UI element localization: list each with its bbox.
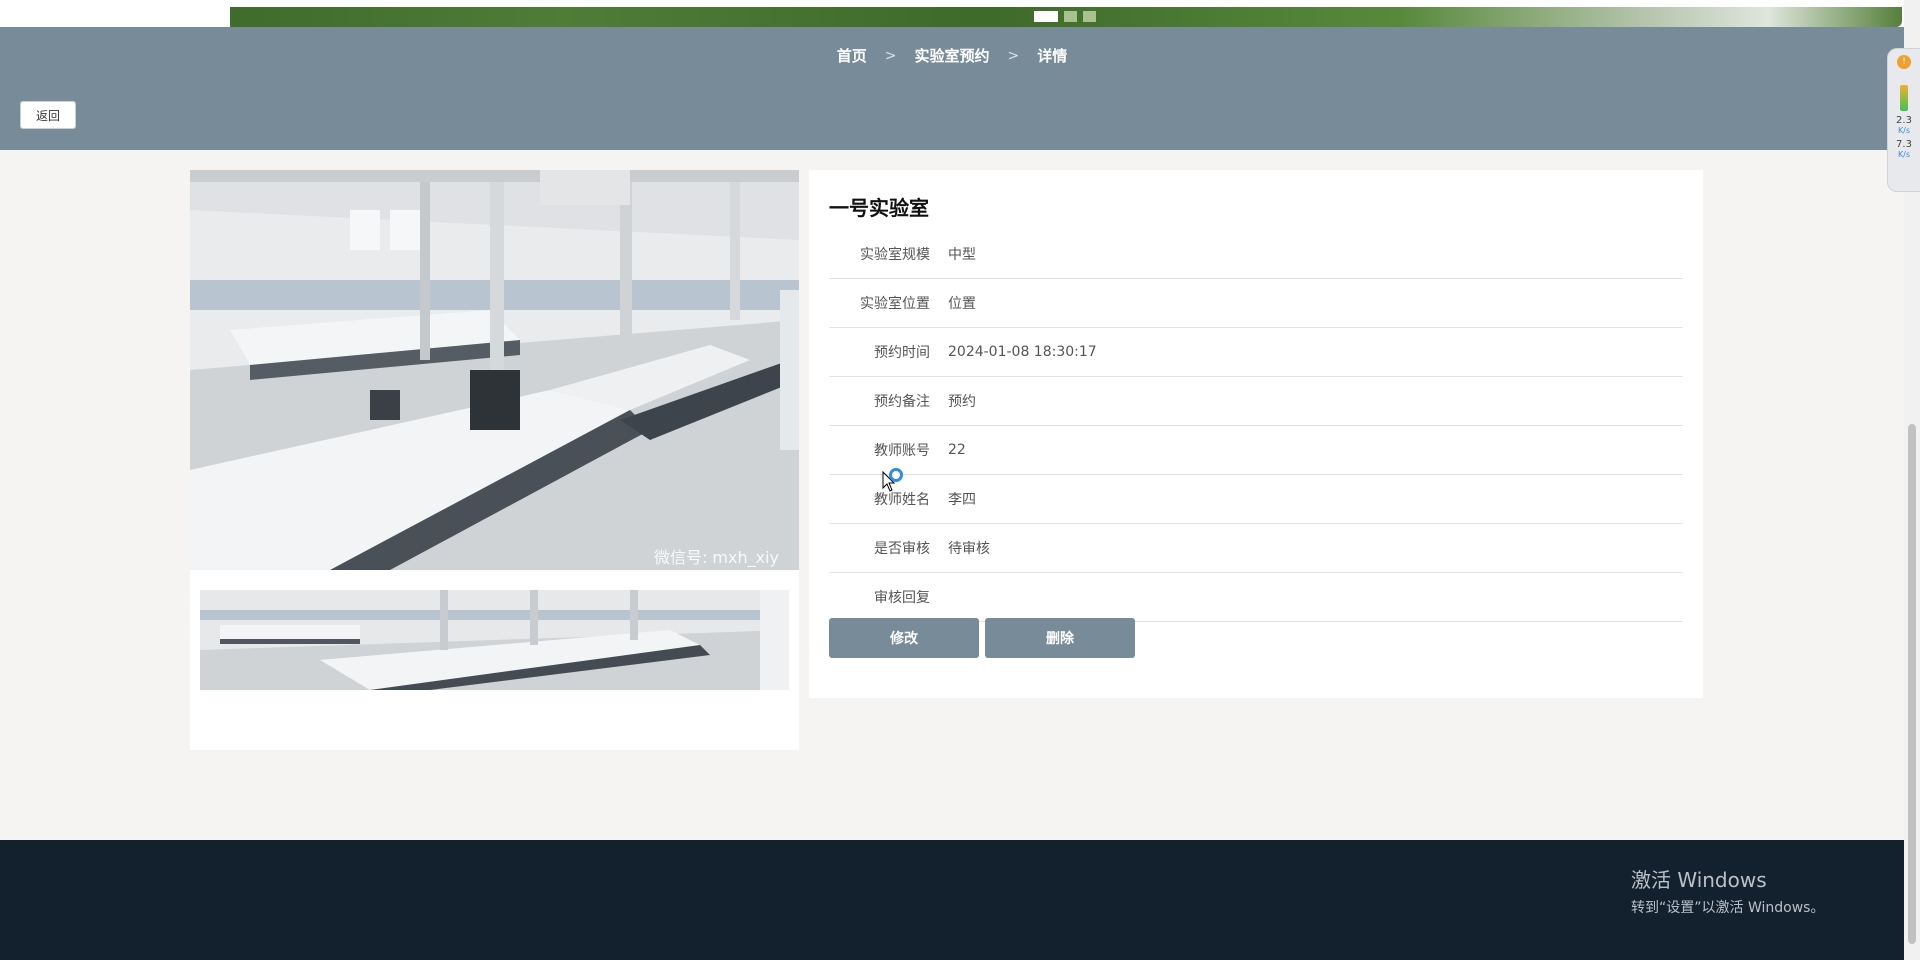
lab-photo-image (190, 170, 799, 570)
loading-spinner-icon (889, 468, 903, 482)
breadcrumb-separator: > (1007, 47, 1020, 64)
detail-row-booking-time: 预约时间 2024-01-08 18:30:17 (829, 328, 1683, 377)
lab-main-photo[interactable]: 微信号: mxh_xiy (190, 170, 799, 570)
delete-button[interactable]: 删除 (985, 618, 1135, 658)
upload-unit: K/s (1897, 126, 1911, 135)
network-speed-widget[interactable]: ! 2.3 K/s 7.3 K/s (1887, 48, 1920, 192)
activation-title: 激活 Windows (1631, 868, 1767, 892)
detail-value: 待审核 (948, 541, 990, 557)
edit-button[interactable]: 修改 (829, 618, 979, 658)
carousel-dot-1[interactable] (1034, 11, 1058, 22)
detail-label: 教师姓名 (874, 492, 930, 508)
breadcrumb-current: 详情 (1037, 47, 1068, 65)
lab-detail-card: 一号实验室 实验室规模 中型 实验室位置 位置 预约时间 2024-01-08 … (809, 170, 1703, 698)
windows-activation-watermark: 激活 Windows 转到“设置”以激活 Windows。 (1631, 864, 1824, 917)
scrollbar-thumb[interactable] (1908, 424, 1916, 944)
carousel-dots (1034, 11, 1096, 22)
download-unit: K/s (1897, 150, 1911, 159)
detail-value: 李四 (948, 492, 976, 508)
detail-row-scale: 实验室规模 中型 (829, 230, 1683, 279)
back-button[interactable]: 返回 (20, 101, 76, 129)
detail-value: 中型 (948, 247, 976, 263)
breadcrumb-separator: > (884, 47, 897, 64)
detail-row-review-status: 是否审核 待审核 (829, 524, 1683, 573)
detail-label: 预约时间 (874, 345, 930, 361)
detail-label: 实验室规模 (860, 247, 930, 263)
lab-title: 一号实验室 (829, 196, 929, 220)
breadcrumb-home[interactable]: 首页 (837, 45, 867, 66)
carousel-banner (0, 0, 1904, 27)
activation-subtitle: 转到“设置”以激活 Windows。 (1631, 900, 1825, 916)
lab-thumbnail-image (200, 590, 789, 690)
lab-gallery: 微信号: mxh_xiy (190, 170, 799, 750)
download-speed: 7.3 (1896, 139, 1912, 150)
detail-row-booking-note: 预约备注 预约 (829, 377, 1683, 426)
detail-row-teacher-name: 教师姓名 李四 (829, 475, 1683, 524)
breadcrumb-section[interactable]: 实验室预约 (914, 45, 989, 66)
speed-bar-icon (1900, 85, 1908, 111)
detail-list: 实验室规模 中型 实验室位置 位置 预约时间 2024-01-08 18:30:… (829, 230, 1683, 622)
detail-row-review-reply: 审核回复 (829, 573, 1683, 622)
detail-value: 预约 (948, 394, 976, 410)
detail-row-teacher-account: 教师账号 22 (829, 426, 1683, 475)
header-band: 首页 > 实验室预约 > 详情 返回 (0, 27, 1904, 150)
alert-badge-icon: ! (1897, 55, 1911, 69)
detail-value: 2024-01-08 18:30:17 (948, 344, 1097, 360)
lab-thumbnail[interactable] (200, 590, 789, 690)
detail-label: 教师账号 (874, 443, 930, 459)
action-row: 修改 删除 (829, 618, 1135, 658)
detail-label: 审核回复 (874, 590, 930, 606)
detail-label: 预约备注 (874, 394, 930, 410)
carousel-dot-2[interactable] (1064, 11, 1077, 22)
detail-label: 是否审核 (874, 541, 930, 557)
breadcrumb: 首页 > 实验室预约 > 详情 (0, 45, 1904, 66)
detail-row-location: 实验室位置 位置 (829, 279, 1683, 328)
photo-watermark: 微信号: mxh_xiy (653, 548, 779, 567)
footer: 激活 Windows 转到“设置”以激活 Windows。 (0, 840, 1904, 960)
detail-label: 实验室位置 (860, 296, 930, 312)
detail-value: 22 (948, 442, 966, 458)
detail-value: 位置 (948, 296, 976, 312)
upload-speed: 2.3 (1896, 115, 1912, 126)
carousel-dot-3[interactable] (1083, 11, 1096, 22)
